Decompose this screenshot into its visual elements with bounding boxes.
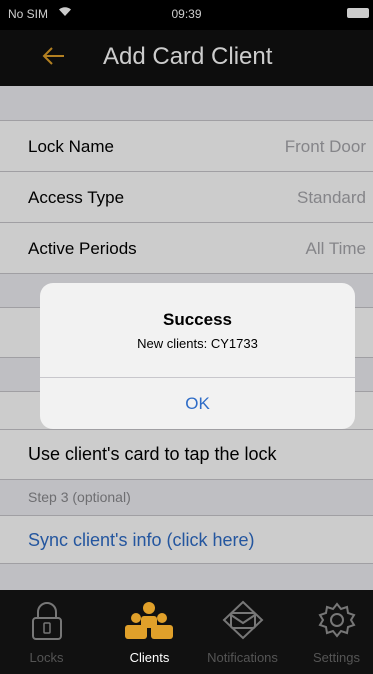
lock-icon	[0, 600, 93, 640]
notifications-icon	[196, 600, 289, 640]
alert-title: Success	[163, 310, 232, 329]
tab-bar: Locks Clients Notifications Settings	[0, 590, 373, 674]
tab-locks[interactable]: Locks	[0, 590, 93, 674]
tab-clients-label: Clients	[129, 650, 170, 665]
tab-settings[interactable]: Settings	[290, 590, 373, 674]
tab-locks-label: Locks	[29, 650, 64, 665]
gear-icon	[290, 600, 373, 640]
alert-message: New clients: CY1733	[137, 336, 258, 351]
success-alert: Success New clients: CY1733 OK	[40, 283, 355, 429]
tab-settings-label: Settings	[313, 650, 360, 665]
clients-icon	[103, 600, 196, 640]
alert-ok-button[interactable]: OK	[40, 378, 355, 429]
tab-notifications-label: Notifications	[207, 650, 278, 665]
tab-clients[interactable]: Clients	[103, 590, 196, 674]
tab-notifications[interactable]: Notifications	[196, 590, 289, 674]
